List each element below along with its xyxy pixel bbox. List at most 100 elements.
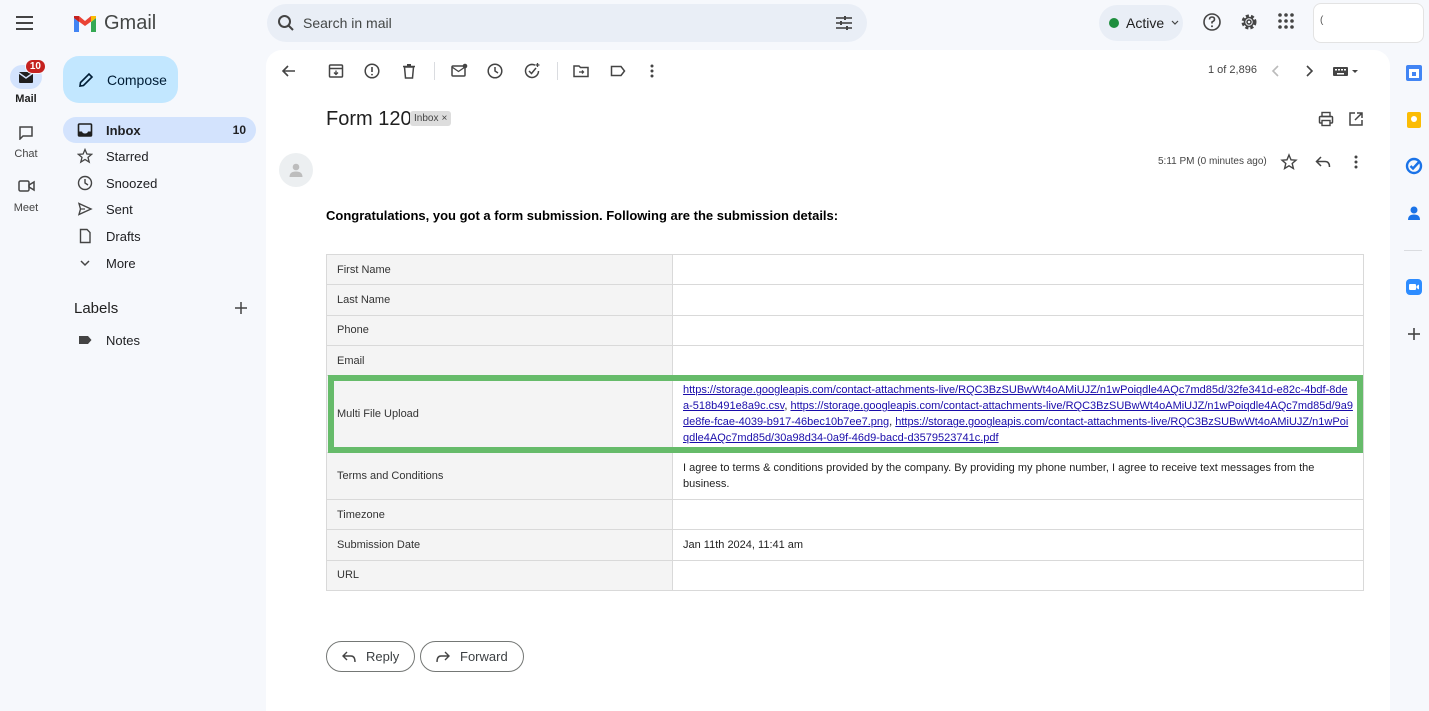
print-icon[interactable] [1317, 110, 1335, 128]
message-view: 1 of 2,896 Form 120 Inbox × 5:11 PM (0 m… [266, 50, 1390, 711]
apps-grid-icon[interactable] [1277, 12, 1299, 34]
forward-button[interactable]: Forward [420, 641, 524, 672]
field-key: Timezone [326, 499, 673, 531]
field-key: Submission Date [326, 529, 673, 561]
sidebar-item-more[interactable]: More [63, 250, 256, 276]
back-arrow-icon[interactable] [280, 62, 298, 80]
sidebar-item-starred[interactable]: Starred [63, 143, 256, 169]
search-bar[interactable]: Search in mail [267, 4, 867, 42]
rail-mail[interactable]: 10 Mail [0, 59, 52, 105]
sidebar-item-snoozed[interactable]: Snoozed [63, 170, 256, 196]
chevron-left-icon[interactable] [1267, 62, 1285, 80]
toolbar-divider [434, 62, 435, 80]
message-timestamp: 5:11 PM (0 minutes ago) [1158, 156, 1267, 167]
toolbar-divider [557, 62, 558, 80]
keep-notes-icon[interactable] [1405, 111, 1423, 129]
archive-icon[interactable] [327, 62, 345, 80]
more-vertical-icon[interactable] [643, 62, 661, 80]
table-row: Phone [326, 314, 1364, 346]
star-icon [77, 148, 93, 164]
rail-chat-label: Chat [14, 148, 38, 160]
table-row: Last Name [326, 284, 1364, 316]
rail-chat[interactable]: Chat [0, 120, 52, 160]
mail-badge: 10 [24, 59, 46, 74]
sidebar-item-label: Sent [106, 201, 133, 217]
chevron-down-icon [77, 255, 93, 271]
pager-count: 1 of 2,896 [1208, 64, 1257, 76]
field-value [672, 253, 1364, 286]
move-to-folder-icon[interactable] [572, 62, 590, 80]
reply-arrow-icon[interactable] [1314, 153, 1332, 171]
sidebar-item-drafts[interactable]: Drafts [63, 223, 256, 249]
reply-label: Reply [366, 649, 400, 664]
rail-meet[interactable]: Meet [0, 174, 52, 214]
calendar-icon[interactable] [1405, 64, 1423, 82]
field-value [672, 284, 1364, 316]
sidebar-item-label: Drafts [106, 228, 141, 244]
sidebar-label-notes[interactable]: Notes [63, 327, 256, 353]
zoom-video-icon[interactable] [1405, 278, 1423, 296]
field-value: https://storage.googleapis.com/contact-a… [672, 375, 1364, 454]
sidebar-item-label: Notes [106, 332, 140, 348]
table-row: First Name [326, 253, 1364, 286]
inbox-unread-count: 10 [232, 123, 246, 137]
chevron-right-icon[interactable] [1300, 62, 1318, 80]
contacts-icon[interactable] [1405, 204, 1423, 222]
snooze-clock-icon[interactable] [486, 62, 504, 80]
search-options-icon[interactable] [835, 15, 853, 31]
sender-avatar[interactable] [279, 153, 313, 187]
message-intro: Congratulations, you got a form submissi… [326, 208, 839, 223]
mark-unread-icon[interactable] [450, 62, 468, 80]
remove-label-icon[interactable]: × [441, 113, 447, 124]
sidebar-item-inbox[interactable]: Inbox 10 [63, 117, 256, 143]
side-panel [1396, 0, 1429, 711]
table-row: Email [326, 344, 1364, 377]
add-addon-icon[interactable] [1405, 325, 1423, 343]
sidebar-item-label: Inbox [106, 122, 141, 138]
compose-label: Compose [107, 71, 167, 88]
delete-trash-icon[interactable] [400, 62, 418, 80]
field-value [672, 344, 1364, 377]
help-icon[interactable] [1202, 12, 1224, 34]
field-value [672, 499, 1364, 531]
gmail-wordmark: Gmail [104, 12, 157, 34]
add-label-icon[interactable] [233, 300, 249, 316]
chat-icon [18, 125, 34, 140]
label-tag-icon [77, 332, 93, 348]
star-icon[interactable] [1280, 153, 1298, 171]
person-icon [288, 162, 304, 178]
search-input[interactable]: Search in mail [303, 15, 835, 31]
main-menu-icon[interactable] [14, 13, 36, 33]
app-rail: 10 Mail Chat Meet [0, 0, 52, 711]
gmail-logo[interactable]: Gmail [72, 12, 156, 35]
keyboard-input-icon[interactable] [1332, 62, 1362, 80]
labels-heading: Labels [74, 300, 119, 317]
active-status-dot [1109, 18, 1119, 28]
reply-button[interactable]: Reply [326, 641, 416, 672]
table-row: URL [326, 559, 1364, 592]
video-icon [17, 180, 35, 192]
settings-gear-icon[interactable] [1239, 12, 1261, 34]
tasks-icon[interactable] [1405, 157, 1423, 175]
open-in-new-window-icon[interactable] [1347, 110, 1365, 128]
field-value: I agree to terms & conditions provided b… [672, 452, 1364, 501]
chip-label: Inbox [414, 113, 439, 124]
send-icon [77, 201, 93, 217]
forward-arrow-icon [435, 650, 451, 664]
inbox-icon [77, 122, 93, 138]
search-icon[interactable] [277, 14, 295, 32]
table-row: Terms and Conditions I agree to terms & c… [326, 452, 1364, 501]
email-subject: Form 120 [326, 108, 412, 130]
status-selector[interactable]: Active [1099, 5, 1183, 41]
table-row: Timezone [326, 499, 1364, 531]
label-tag-icon[interactable] [609, 62, 627, 80]
gmail-m-icon [72, 14, 98, 34]
inbox-label-chip[interactable]: Inbox × [410, 111, 452, 126]
sidebar-item-sent[interactable]: Sent [63, 196, 256, 222]
compose-button[interactable]: Compose [63, 56, 178, 103]
side-panel-divider [1404, 250, 1422, 251]
report-spam-icon[interactable] [363, 62, 381, 80]
add-task-icon[interactable] [523, 62, 541, 80]
more-vertical-icon[interactable] [1347, 153, 1365, 171]
field-key: First Name [326, 253, 673, 286]
